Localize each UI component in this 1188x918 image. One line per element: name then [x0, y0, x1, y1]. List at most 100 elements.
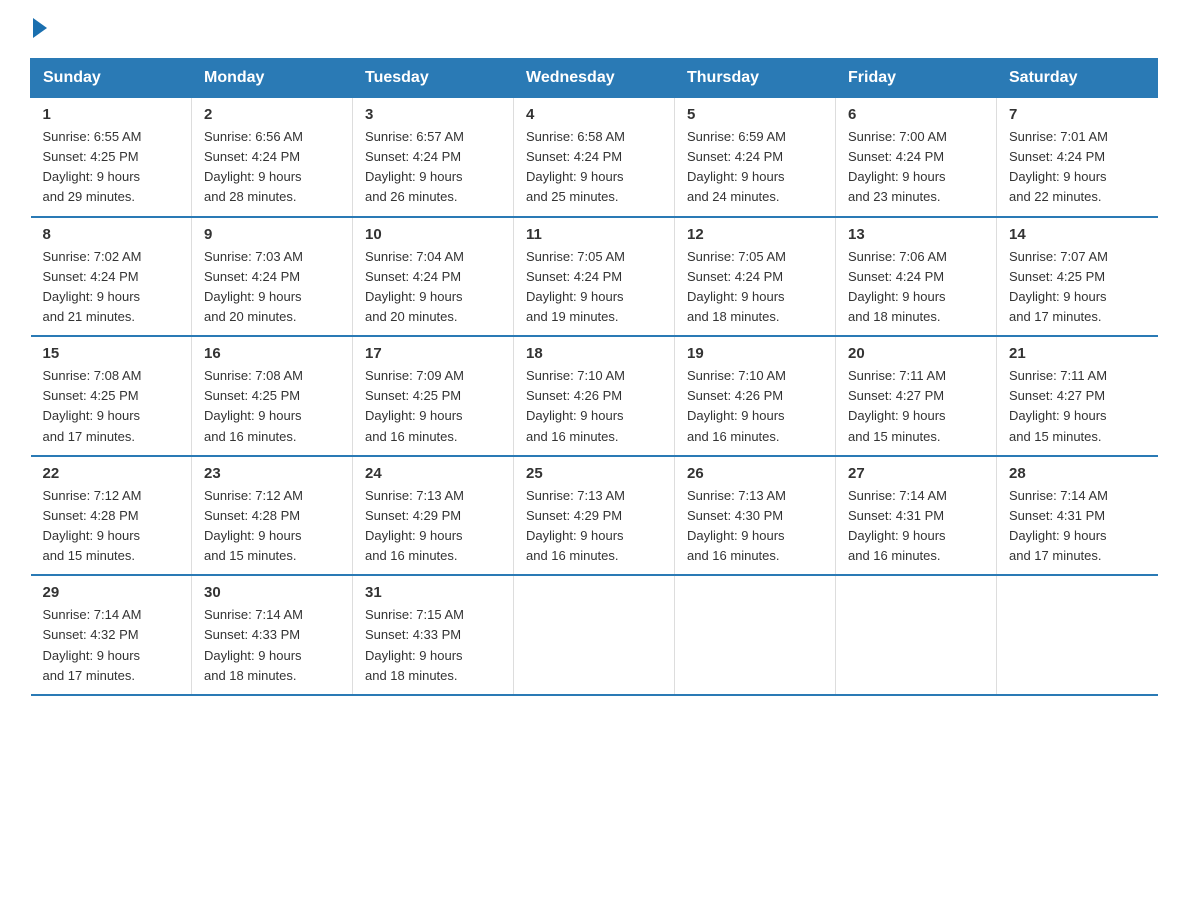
day-info: Sunrise: 7:02 AMSunset: 4:24 PMDaylight:… [43, 247, 180, 328]
day-info: Sunrise: 7:14 AMSunset: 4:33 PMDaylight:… [204, 605, 340, 686]
day-number: 29 [43, 584, 180, 601]
day-number: 3 [365, 106, 501, 123]
day-cell: 19 Sunrise: 7:10 AMSunset: 4:26 PMDayligh… [675, 336, 836, 456]
day-number: 31 [365, 584, 501, 601]
day-info: Sunrise: 7:13 AMSunset: 4:29 PMDaylight:… [365, 486, 501, 567]
day-cell: 2 Sunrise: 6:56 AMSunset: 4:24 PMDaylight… [192, 98, 353, 217]
day-cell: 11 Sunrise: 7:05 AMSunset: 4:24 PMDayligh… [514, 217, 675, 337]
day-info: Sunrise: 7:07 AMSunset: 4:25 PMDaylight:… [1009, 247, 1146, 328]
day-cell: 18 Sunrise: 7:10 AMSunset: 4:26 PMDayligh… [514, 336, 675, 456]
day-number: 15 [43, 345, 180, 362]
day-info: Sunrise: 7:14 AMSunset: 4:31 PMDaylight:… [1009, 486, 1146, 567]
day-number: 14 [1009, 226, 1146, 243]
day-info: Sunrise: 7:11 AMSunset: 4:27 PMDaylight:… [848, 366, 984, 447]
day-number: 2 [204, 106, 340, 123]
day-cell: 10Sunrise: 7:04 AMSunset: 4:24 PMDayligh… [353, 217, 514, 337]
day-cell: 21Sunrise: 7:11 AMSunset: 4:27 PMDayligh… [997, 336, 1158, 456]
day-info: Sunrise: 7:14 AMSunset: 4:31 PMDaylight:… [848, 486, 984, 567]
column-header-monday: Monday [192, 59, 353, 98]
day-cell: 4 Sunrise: 6:58 AMSunset: 4:24 PMDaylight… [514, 98, 675, 217]
day-cell: 5Sunrise: 6:59 AMSunset: 4:24 PMDaylight… [675, 98, 836, 217]
day-number: 19 [687, 345, 823, 362]
day-cell: 20 Sunrise: 7:11 AMSunset: 4:27 PMDayligh… [836, 336, 997, 456]
day-number: 4 [526, 106, 662, 123]
day-info: Sunrise: 7:13 AMSunset: 4:30 PMDaylight:… [687, 486, 823, 567]
day-cell: 9 Sunrise: 7:03 AMSunset: 4:24 PMDaylight… [192, 217, 353, 337]
day-number: 8 [43, 226, 180, 243]
day-cell: 13 Sunrise: 7:06 AMSunset: 4:24 PMDayligh… [836, 217, 997, 337]
day-cell: 30 Sunrise: 7:14 AMSunset: 4:33 PMDayligh… [192, 575, 353, 695]
day-cell: 24 Sunrise: 7:13 AMSunset: 4:29 PMDayligh… [353, 456, 514, 576]
day-number: 9 [204, 226, 340, 243]
day-number: 23 [204, 465, 340, 482]
day-info: Sunrise: 6:55 AMSunset: 4:25 PMDaylight:… [43, 127, 180, 208]
day-info: Sunrise: 7:12 AMSunset: 4:28 PMDaylight:… [204, 486, 340, 567]
day-cell: 22 Sunrise: 7:12 AMSunset: 4:28 PMDayligh… [31, 456, 192, 576]
day-cell: 1 Sunrise: 6:55 AMSunset: 4:25 PMDaylight… [31, 98, 192, 217]
day-number: 28 [1009, 465, 1146, 482]
day-number: 1 [43, 106, 180, 123]
day-info: Sunrise: 7:11 AMSunset: 4:27 PMDaylight:… [1009, 366, 1146, 447]
day-info: Sunrise: 6:58 AMSunset: 4:24 PMDaylight:… [526, 127, 662, 208]
week-row-3: 15 Sunrise: 7:08 AMSunset: 4:25 PMDayligh… [31, 336, 1158, 456]
day-cell: 6 Sunrise: 7:00 AMSunset: 4:24 PMDaylight… [836, 98, 997, 217]
day-cell: 15 Sunrise: 7:08 AMSunset: 4:25 PMDayligh… [31, 336, 192, 456]
day-cell [675, 575, 836, 695]
day-number: 10 [365, 226, 501, 243]
day-cell [997, 575, 1158, 695]
column-header-thursday: Thursday [675, 59, 836, 98]
day-info: Sunrise: 7:13 AMSunset: 4:29 PMDaylight:… [526, 486, 662, 567]
day-number: 18 [526, 345, 662, 362]
day-cell: 29 Sunrise: 7:14 AMSunset: 4:32 PMDayligh… [31, 575, 192, 695]
week-row-1: 1 Sunrise: 6:55 AMSunset: 4:25 PMDaylight… [31, 98, 1158, 217]
week-row-4: 22 Sunrise: 7:12 AMSunset: 4:28 PMDayligh… [31, 456, 1158, 576]
day-number: 17 [365, 345, 501, 362]
day-number: 30 [204, 584, 340, 601]
day-number: 22 [43, 465, 180, 482]
day-number: 11 [526, 226, 662, 243]
day-info: Sunrise: 7:00 AMSunset: 4:24 PMDaylight:… [848, 127, 984, 208]
day-number: 24 [365, 465, 501, 482]
day-number: 25 [526, 465, 662, 482]
day-info: Sunrise: 7:06 AMSunset: 4:24 PMDaylight:… [848, 247, 984, 328]
day-number: 5 [687, 106, 823, 123]
calendar-table: SundayMondayTuesdayWednesdayThursdayFrid… [30, 58, 1158, 696]
week-row-2: 8 Sunrise: 7:02 AMSunset: 4:24 PMDaylight… [31, 217, 1158, 337]
day-number: 6 [848, 106, 984, 123]
day-info: Sunrise: 7:08 AMSunset: 4:25 PMDaylight:… [204, 366, 340, 447]
day-cell: 16 Sunrise: 7:08 AMSunset: 4:25 PMDayligh… [192, 336, 353, 456]
day-info: Sunrise: 6:57 AMSunset: 4:24 PMDaylight:… [365, 127, 501, 208]
day-number: 20 [848, 345, 984, 362]
day-number: 12 [687, 226, 823, 243]
day-info: Sunrise: 7:01 AMSunset: 4:24 PMDaylight:… [1009, 127, 1146, 208]
day-cell: 27 Sunrise: 7:14 AMSunset: 4:31 PMDayligh… [836, 456, 997, 576]
day-cell: 26 Sunrise: 7:13 AMSunset: 4:30 PMDayligh… [675, 456, 836, 576]
week-row-5: 29 Sunrise: 7:14 AMSunset: 4:32 PMDayligh… [31, 575, 1158, 695]
calendar-header-row: SundayMondayTuesdayWednesdayThursdayFrid… [31, 59, 1158, 98]
day-info: Sunrise: 6:56 AMSunset: 4:24 PMDaylight:… [204, 127, 340, 208]
day-info: Sunrise: 7:10 AMSunset: 4:26 PMDaylight:… [526, 366, 662, 447]
day-info: Sunrise: 7:14 AMSunset: 4:32 PMDaylight:… [43, 605, 180, 686]
column-header-friday: Friday [836, 59, 997, 98]
day-number: 16 [204, 345, 340, 362]
day-cell: 23 Sunrise: 7:12 AMSunset: 4:28 PMDayligh… [192, 456, 353, 576]
day-info: Sunrise: 7:05 AMSunset: 4:24 PMDaylight:… [526, 247, 662, 328]
day-cell: 25 Sunrise: 7:13 AMSunset: 4:29 PMDayligh… [514, 456, 675, 576]
day-cell [836, 575, 997, 695]
column-header-saturday: Saturday [997, 59, 1158, 98]
day-number: 27 [848, 465, 984, 482]
day-number: 7 [1009, 106, 1146, 123]
page-header [30, 20, 1158, 38]
day-info: Sunrise: 7:12 AMSunset: 4:28 PMDaylight:… [43, 486, 180, 567]
day-info: Sunrise: 7:03 AMSunset: 4:24 PMDaylight:… [204, 247, 340, 328]
day-cell: 28 Sunrise: 7:14 AMSunset: 4:31 PMDayligh… [997, 456, 1158, 576]
logo-arrow-icon [33, 18, 47, 38]
column-header-tuesday: Tuesday [353, 59, 514, 98]
day-info: Sunrise: 7:08 AMSunset: 4:25 PMDaylight:… [43, 366, 180, 447]
day-number: 26 [687, 465, 823, 482]
day-info: Sunrise: 7:09 AMSunset: 4:25 PMDaylight:… [365, 366, 501, 447]
day-info: Sunrise: 7:10 AMSunset: 4:26 PMDaylight:… [687, 366, 823, 447]
day-number: 13 [848, 226, 984, 243]
day-cell [514, 575, 675, 695]
day-cell: 31Sunrise: 7:15 AMSunset: 4:33 PMDayligh… [353, 575, 514, 695]
